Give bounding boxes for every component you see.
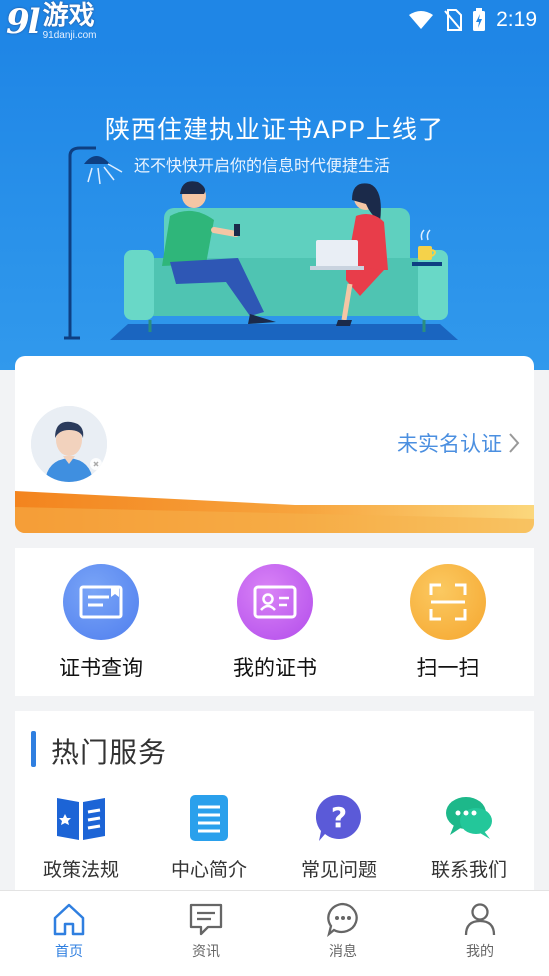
scan-icon	[410, 564, 486, 640]
avatar[interactable]	[31, 406, 107, 482]
nav-label: 我的	[466, 943, 494, 959]
news-icon	[189, 903, 223, 936]
service-center-intro[interactable]: 中心简介	[149, 791, 269, 882]
watermark-url: 91danji.com	[42, 30, 97, 41]
section-accent-bar	[31, 731, 36, 767]
banner-title: 陕西住建执业证书APP上线了	[104, 116, 445, 144]
policy-book-icon	[54, 791, 108, 845]
user-icon	[464, 903, 496, 936]
my-cert-button[interactable]: 我的证书	[205, 564, 345, 682]
promo-banner[interactable]: 陕西住建执业证书APP上线了 还不快快开启你的信息时代便捷生活	[0, 44, 549, 370]
svg-text:?: ?	[331, 801, 347, 834]
bottom-nav: 首页 资讯 消息 我的	[0, 890, 549, 976]
watermark-mark: 9l	[6, 2, 41, 42]
scan-button[interactable]: 扫一扫	[378, 564, 518, 682]
profile-card-decoration	[15, 491, 534, 533]
status-bar: 9l 游戏 91danji.com 2:19	[0, 0, 549, 44]
battery-charging-icon	[473, 8, 486, 31]
quick-action-label: 证书查询	[59, 657, 143, 680]
status-time: 2:19	[496, 8, 537, 31]
nav-label: 消息	[329, 943, 357, 959]
document-icon	[182, 791, 236, 845]
real-name-verify-link[interactable]: 未实名认证	[397, 428, 520, 458]
quick-action-label: 我的证书	[233, 657, 317, 680]
nav-label: 首页	[55, 943, 83, 959]
id-card-icon	[237, 564, 313, 640]
cert-query-button[interactable]: 证书查询	[31, 564, 171, 682]
verify-label: 未实名认证	[397, 433, 502, 456]
service-faq[interactable]: ? 常见问题	[279, 791, 399, 882]
section-title: 热门服务	[51, 737, 168, 768]
banner-subtitle: 还不快快开启你的信息时代便捷生活	[134, 158, 391, 175]
watermark-logo: 9l 游戏 91danji.com	[6, 2, 97, 42]
quick-action-label: 扫一扫	[416, 657, 480, 680]
tab-news[interactable]: 资讯	[156, 901, 256, 961]
tab-home[interactable]: 首页	[19, 901, 119, 961]
default-avatar-icon	[31, 406, 107, 482]
service-label: 联系我们	[430, 860, 507, 881]
hot-services: 热门服务 政策法规 中心简介 ? 常见问题 联系我们	[15, 711, 534, 896]
wifi-icon	[409, 11, 434, 29]
tab-messages[interactable]: 消息	[293, 901, 393, 961]
service-contact[interactable]: 联系我们	[409, 791, 529, 882]
certificate-search-icon	[63, 564, 139, 640]
question-icon: ?	[312, 791, 366, 845]
watermark-brand: 游戏	[42, 1, 95, 31]
no-sim-icon	[444, 9, 463, 31]
home-icon	[53, 903, 85, 936]
profile-card: 未实名认证	[15, 356, 534, 533]
quick-actions: 证书查询 我的证书 扫一扫	[15, 548, 534, 696]
service-label: 政策法规	[42, 860, 119, 881]
nav-label: 资讯	[192, 943, 220, 959]
service-policy[interactable]: 政策法规	[21, 791, 141, 882]
service-label: 常见问题	[300, 860, 377, 881]
tab-mine[interactable]: 我的	[430, 901, 530, 961]
chat-icon	[442, 791, 496, 845]
banner-illustration	[64, 146, 458, 340]
service-label: 中心简介	[170, 860, 247, 881]
message-icon	[327, 902, 358, 937]
chevron-right-icon	[509, 433, 520, 453]
